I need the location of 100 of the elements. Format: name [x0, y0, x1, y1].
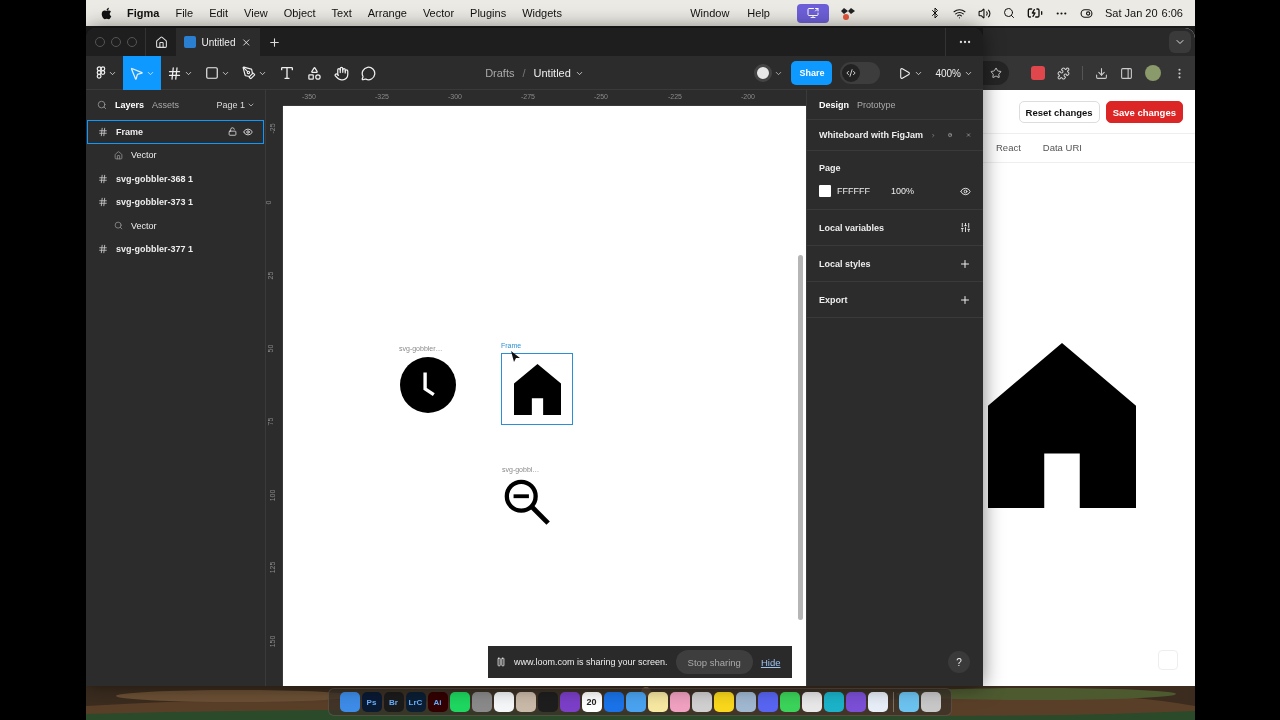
- app-status-icon[interactable]: [841, 6, 855, 20]
- layer-row[interactable]: Frame: [87, 120, 264, 144]
- apple-logo-icon[interactable]: [100, 6, 113, 20]
- opacity-value[interactable]: 100%: [891, 186, 951, 196]
- help-button[interactable]: ?: [948, 651, 970, 673]
- page-selector[interactable]: Page 1: [216, 100, 255, 110]
- section-title[interactable]: Local variables: [819, 222, 885, 233]
- app-icon[interactable]: [920, 692, 941, 712]
- menu-item[interactable]: File: [167, 7, 202, 19]
- app-icon[interactable]: [735, 692, 756, 712]
- variables-icon[interactable]: [960, 222, 971, 233]
- app-icon[interactable]: [713, 692, 734, 712]
- layer-row[interactable]: svg-gobbler-373 1: [87, 190, 264, 214]
- menu-item[interactable]: Edit: [201, 7, 237, 19]
- layer-row[interactable]: svg-gobbler-377 1: [87, 237, 264, 261]
- section-title[interactable]: Export: [819, 294, 848, 305]
- menubar-date[interactable]: Sat Jan 20: [1105, 7, 1158, 19]
- close-icon[interactable]: [241, 36, 252, 48]
- control-center-icon[interactable]: [1080, 6, 1093, 20]
- new-tab-button[interactable]: [268, 35, 281, 49]
- puzzle-icon[interactable]: [1057, 66, 1070, 80]
- file-name-button[interactable]: Untitled: [533, 67, 584, 79]
- dev-mode-toggle[interactable]: [840, 62, 881, 84]
- unlock-icon[interactable]: [228, 127, 237, 137]
- layer-row[interactable]: svg-gobbler-368 1: [87, 167, 264, 191]
- plus-icon[interactable]: [959, 257, 971, 270]
- panel-tab[interactable]: Design: [819, 99, 849, 110]
- folder-name[interactable]: Drafts: [485, 67, 515, 79]
- app-icon[interactable]: [647, 692, 668, 712]
- tab-list-button[interactable]: [1169, 31, 1191, 53]
- app-icon[interactable]: Ps: [361, 692, 382, 712]
- format-tab[interactable]: React: [996, 133, 1021, 163]
- app-icon[interactable]: [449, 692, 470, 712]
- pause-icon[interactable]: [496, 657, 506, 667]
- house-icon: [988, 343, 1136, 508]
- app-icon[interactable]: 20: [581, 692, 602, 712]
- format-tab[interactable]: Data URI: [1042, 133, 1082, 163]
- app-menu[interactable]: Figma: [119, 7, 168, 19]
- scrollbar[interactable]: [798, 255, 803, 620]
- reset-button[interactable]: Reset changes: [1018, 101, 1100, 123]
- layer-row[interactable]: Vector: [87, 214, 264, 238]
- app-icon[interactable]: [691, 692, 712, 712]
- eye-icon[interactable]: [960, 185, 971, 197]
- search-icon[interactable]: [1003, 7, 1015, 19]
- shapes-icon: [307, 65, 322, 81]
- side-panel-icon[interactable]: [1120, 66, 1133, 80]
- app-icon[interactable]: [823, 692, 844, 712]
- selection-box[interactable]: [501, 353, 573, 425]
- panel-tab[interactable]: Prototype: [857, 99, 896, 110]
- app-icon[interactable]: [867, 692, 888, 712]
- app-icon[interactable]: [779, 692, 800, 712]
- plus-icon[interactable]: [959, 293, 971, 306]
- menubar-time[interactable]: 6:06: [1161, 7, 1183, 19]
- canvas-frame[interactable]: [399, 356, 457, 414]
- profile-avatar[interactable]: [1145, 65, 1161, 81]
- search-icon[interactable]: [97, 100, 107, 110]
- menu-item[interactable]: Widgets: [514, 7, 570, 19]
- figjam-banner-text[interactable]: Whiteboard with FigJam: [819, 130, 923, 140]
- menu-item[interactable]: View: [236, 7, 276, 19]
- panel-tab[interactable]: Layers: [115, 100, 145, 110]
- app-icon[interactable]: [493, 692, 514, 712]
- app-icon[interactable]: Ai: [427, 692, 448, 712]
- layer-row[interactable]: Vector: [87, 143, 264, 167]
- menu-item[interactable]: Arrange: [359, 7, 415, 19]
- layer-name: Frame: [116, 126, 143, 137]
- color-swatch[interactable]: [819, 185, 831, 197]
- zoom-out-icon: [503, 477, 551, 527]
- avatar-button[interactable]: [754, 64, 784, 82]
- house-icon: [114, 150, 123, 160]
- panel-tab[interactable]: Assets: [152, 100, 180, 110]
- menu-item[interactable]: Plugins: [462, 7, 515, 19]
- app-icon[interactable]: [515, 692, 536, 712]
- wifi-icon[interactable]: [953, 6, 966, 20]
- help-icon[interactable]: [947, 130, 952, 140]
- figma-logo-icon: [96, 66, 106, 80]
- screen-share-icon[interactable]: [797, 3, 829, 23]
- menu-item[interactable]: Object: [275, 7, 324, 19]
- app-icon[interactable]: [669, 692, 690, 712]
- bluetooth-icon[interactable]: [929, 7, 941, 19]
- app-icon[interactable]: [898, 692, 919, 712]
- zoom-button[interactable]: 400%: [933, 67, 975, 79]
- save-button[interactable]: Save changes: [1105, 101, 1183, 123]
- menu-item[interactable]: Text: [323, 7, 360, 19]
- menu-item[interactable]: Vector: [414, 7, 463, 19]
- battery-icon[interactable]: [1027, 5, 1043, 21]
- app-icon[interactable]: LrC: [405, 692, 426, 712]
- section-title[interactable]: Local styles: [819, 258, 871, 269]
- color-value[interactable]: FFFFFF: [837, 186, 885, 196]
- app-icon[interactable]: [801, 692, 822, 712]
- file-tab[interactable]: Untitled: [176, 28, 260, 56]
- volume-icon[interactable]: [978, 6, 991, 20]
- hide-link[interactable]: Hide: [760, 656, 781, 668]
- menu-item[interactable]: Help: [744, 7, 773, 19]
- eye-icon[interactable]: [243, 126, 253, 137]
- menu-item[interactable]: Window: [687, 7, 733, 19]
- bookmark-star-icon[interactable]: [990, 67, 1002, 79]
- app-icon[interactable]: Br: [383, 692, 404, 712]
- stop-sharing-button[interactable]: Stop sharing: [675, 650, 753, 674]
- download-icon[interactable]: [1095, 66, 1108, 80]
- canvas-frame[interactable]: [502, 477, 552, 527]
